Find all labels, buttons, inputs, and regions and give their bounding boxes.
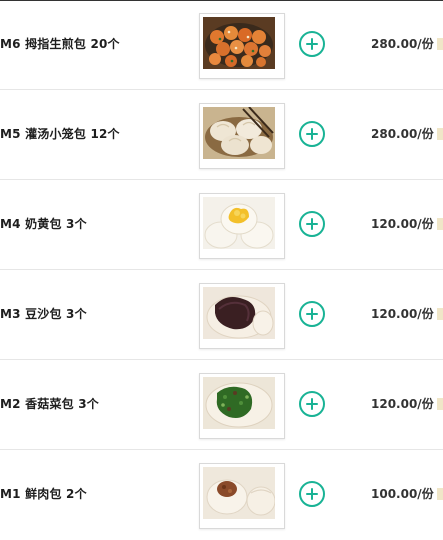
cut-off-badge	[437, 308, 443, 320]
add-to-cart-button[interactable]	[299, 31, 325, 57]
menu-item-row: M5 灌汤小笼包 12个 280.00/份	[0, 90, 443, 180]
item-name: M4 奶黄包 3个	[0, 217, 87, 231]
add-to-cart-button[interactable]	[299, 391, 325, 417]
item-price: 280.00/份	[371, 127, 434, 141]
item-photo[interactable]	[199, 283, 285, 349]
item-price: 120.00/份	[371, 217, 434, 231]
add-to-cart-button[interactable]	[299, 121, 325, 147]
cut-off-badge	[437, 128, 443, 140]
item-photo[interactable]	[199, 13, 285, 79]
item-price: 120.00/份	[371, 307, 434, 321]
item-photo[interactable]	[199, 193, 285, 259]
item-price: 100.00/份	[371, 487, 434, 501]
pan-fried-buns-icon	[203, 17, 275, 69]
item-name: M1 鲜肉包 2个	[0, 487, 87, 501]
menu-item-row: M1 鲜肉包 2个 100.00/份	[0, 450, 443, 540]
item-price: 120.00/份	[371, 397, 434, 411]
item-name: M6 拇指生煎包 20个	[0, 37, 120, 51]
item-photo[interactable]	[199, 463, 285, 529]
soup-dumplings-icon	[203, 107, 275, 159]
add-to-cart-button[interactable]	[299, 211, 325, 237]
custard-buns-icon	[203, 197, 275, 249]
cut-off-badge	[437, 38, 443, 50]
item-photo[interactable]	[199, 103, 285, 169]
item-name: M5 灌汤小笼包 12个	[0, 127, 120, 141]
cut-off-badge	[437, 488, 443, 500]
add-to-cart-button[interactable]	[299, 301, 325, 327]
item-price: 280.00/份	[371, 37, 434, 51]
menu-item-row: M4 奶黄包 3个 120.00/份	[0, 180, 443, 270]
item-name: M2 香菇菜包 3个	[0, 397, 99, 411]
menu-item-row: M6 拇指生煎包 20个 280.00/份	[0, 0, 443, 90]
cut-off-badge	[437, 398, 443, 410]
red-bean-buns-icon	[203, 287, 275, 339]
cut-off-badge	[437, 218, 443, 230]
menu-item-row: M3 豆沙包 3个 120.00/份	[0, 270, 443, 360]
item-photo[interactable]	[199, 373, 285, 439]
pork-buns-icon	[203, 467, 275, 519]
item-name: M3 豆沙包 3个	[0, 307, 87, 321]
add-to-cart-button[interactable]	[299, 481, 325, 507]
mushroom-vegetable-buns-icon	[203, 377, 275, 429]
menu-item-row: M2 香菇菜包 3个 120.00/份	[0, 360, 443, 450]
